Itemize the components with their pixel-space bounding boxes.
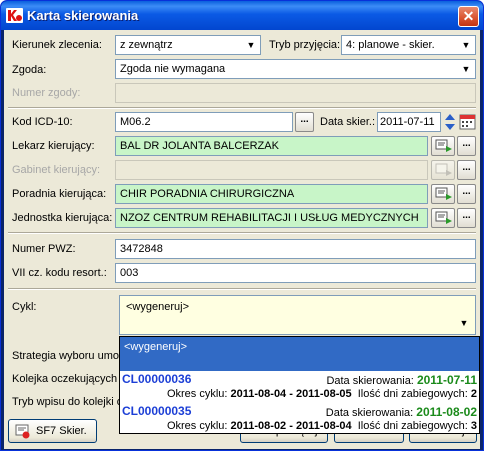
jednostka-lookup-button[interactable]: ... (457, 208, 476, 228)
zgoda-value: Zgoda nie wymagana (120, 63, 226, 75)
dropdown-option-label: <wygeneruj> (124, 341, 187, 353)
kod-icd-lookup-button[interactable]: ... (295, 112, 314, 132)
poradnia-card-button[interactable] (431, 184, 455, 204)
title-bar[interactable]: Karta skierowania ✕ (1, 1, 483, 30)
vii-value: 003 (120, 267, 139, 279)
chevron-down-icon[interactable]: ▼ (243, 37, 259, 53)
lekarz-value: BAL DR JOLANTA BALCERZAK (120, 140, 279, 152)
cycle-period: 2011-08-02 - 2011-08-04 (230, 420, 352, 432)
zgoda-select[interactable]: Zgoda nie wymagana ▼ (115, 59, 476, 79)
card-lookup-icon (435, 139, 452, 152)
tryb-select[interactable]: 4: planowe - skier. ▼ (341, 35, 476, 55)
cycle-period-line: Okres cyklu: 2011-08-04 - 2011-08-05 Ilo… (167, 388, 477, 400)
numer-zgody-field (115, 83, 476, 103)
cykl-label: Cykl: (12, 301, 37, 313)
tryb-label: Tryb przyjęcia: (269, 39, 341, 51)
divider (8, 107, 476, 109)
card-lookup-icon (435, 211, 452, 224)
poradnia-label: Poradnia kierująca: (12, 188, 107, 200)
poradnia-lookup-button[interactable]: ... (457, 184, 476, 204)
pwz-label: Numer PWZ: (12, 243, 76, 255)
chevron-down-icon[interactable]: ▼ (456, 315, 472, 331)
cycle-days: 3 (470, 420, 477, 432)
chevron-down-icon[interactable]: ▼ (458, 61, 474, 77)
cycle-period-label: Okres cyklu: (166, 420, 228, 432)
data-skier-value: 2011-07-11 (380, 116, 435, 128)
kod-icd-input[interactable]: M06.2 (115, 112, 293, 132)
dialog-window: Karta skierowania ✕ Kierunek zlecenia: z… (0, 0, 484, 451)
gabinet-field (115, 160, 428, 180)
divider (8, 232, 476, 234)
lekarz-label: Lekarz kierujący: (12, 140, 95, 152)
cycle-date-line: Data skierowania: 2011-07-11 (326, 373, 477, 387)
cycle-days-label: Ilość dni zabiegowych: (357, 420, 468, 432)
cycle-date-label: Data skierowania: (325, 407, 414, 419)
cycle-days: 2 (470, 388, 477, 400)
lekarz-field[interactable]: BAL DR JOLANTA BALCERZAK (115, 136, 428, 156)
pwz-input[interactable]: 3472848 (115, 239, 476, 259)
zgoda-label: Zgoda: (12, 64, 47, 76)
kod-icd-label: Kod ICD-10: (12, 116, 73, 128)
poradnia-value: CHIR PORADNIA CHIRURGICZNA (120, 188, 295, 200)
gabinet-lookup-button[interactable]: ... (457, 160, 476, 180)
dialog-body: Kierunek zlecenia: z zewnątrz ▼ Tryb prz… (4, 30, 480, 449)
divider (8, 288, 476, 290)
pwz-value: 3472848 (120, 243, 163, 255)
kierunek-value: z zewnątrz (120, 39, 173, 51)
gabinet-label: Gabinet kierujący: (12, 164, 101, 176)
tryb-wpisu-label: Tryb wpisu do kolejki o (12, 396, 123, 408)
data-skier-label: Data skier.: (320, 116, 376, 128)
card-lookup-icon (435, 187, 452, 200)
app-logo-icon (6, 8, 23, 23)
referral-card-icon (15, 424, 30, 439)
cycle-date: 2011-07-11 (416, 373, 477, 387)
lekarz-card-button[interactable] (431, 136, 455, 156)
kierunek-select[interactable]: z zewnątrz ▼ (115, 35, 261, 55)
calendar-icon[interactable] (459, 113, 476, 130)
cycle-period-line: Okres cyklu: 2011-08-02 - 2011-08-04 Ilo… (167, 420, 477, 432)
cycle-days-label: Ilość dni zabiegowych: (357, 388, 468, 400)
cycle-period: 2011-08-04 - 2011-08-05 (230, 388, 352, 400)
vii-input[interactable]: 003 (115, 263, 476, 283)
chevron-down-icon[interactable]: ▼ (458, 37, 474, 53)
data-skier-input[interactable]: 2011-07-11 (377, 112, 441, 132)
cycle-date: 2011-08-02 (416, 405, 477, 419)
gabinet-card-button (431, 160, 455, 180)
list-item[interactable]: CL00000036 Data skierowania: 2011-07-11 … (120, 371, 479, 403)
sf7-skier-button[interactable]: SF7 Skier. (8, 419, 97, 443)
cykl-value: <wygeneruj> (126, 301, 189, 313)
list-item[interactable]: CL00000035 Data skierowania: 2011-08-02 … (120, 403, 479, 435)
window-title: Karta skierowania (27, 8, 139, 23)
jednostka-value: NZOZ CENTRUM REHABILITACJI I USŁUG MEDYC… (120, 212, 419, 224)
numer-zgody-label: Numer zgody: (12, 87, 81, 99)
jednostka-card-button[interactable] (431, 208, 455, 228)
sf7-skier-label: SF7 Skier. (36, 425, 87, 437)
strategia-label: Strategia wyboru umo (12, 350, 119, 362)
lekarz-lookup-button[interactable]: ... (457, 136, 476, 156)
cykl-dropdown-list[interactable]: <wygeneruj> CL00000036 Data skierowania:… (119, 336, 480, 434)
cycle-code: CL00000035 (122, 404, 192, 418)
kolejka-label: Kolejka oczekujących (12, 373, 118, 385)
poradnia-field[interactable]: CHIR PORADNIA CHIRURGICZNA (115, 184, 428, 204)
dropdown-option-selected[interactable]: <wygeneruj> (120, 337, 479, 371)
cycle-date-label: Data skierowania: (326, 375, 414, 387)
cycle-code: CL00000036 (122, 372, 192, 386)
vii-label: VII cz. kodu resort.: (12, 267, 107, 279)
tryb-value: 4: planowe - skier. (346, 39, 435, 51)
card-lookup-icon (435, 163, 452, 176)
cycle-period-label: Okres cyklu: (166, 388, 228, 400)
kod-icd-value: M06.2 (120, 116, 151, 128)
close-button[interactable]: ✕ (458, 6, 479, 27)
kierunek-label: Kierunek zlecenia: (12, 39, 102, 51)
jednostka-label: Jednostka kierująca: (12, 212, 113, 224)
jednostka-field[interactable]: NZOZ CENTRUM REHABILITACJI I USŁUG MEDYC… (115, 208, 428, 228)
spin-updown-icon[interactable] (444, 113, 456, 131)
cykl-select[interactable]: <wygeneruj> ▼ (119, 295, 476, 335)
cycle-date-line: Data skierowania: 2011-08-02 (326, 405, 477, 419)
